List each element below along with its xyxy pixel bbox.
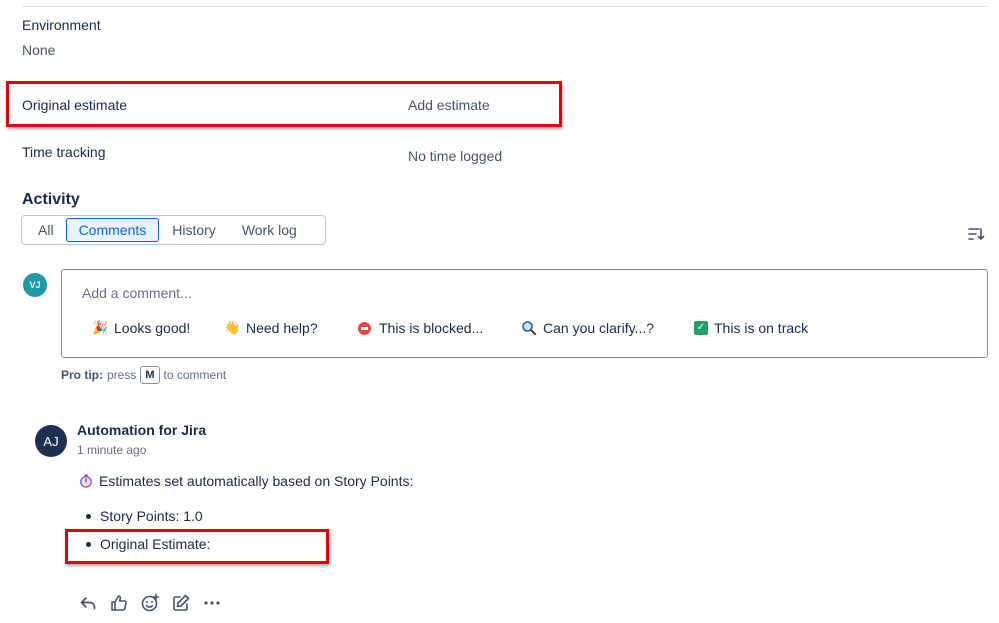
environment-value[interactable]: None: [22, 42, 55, 58]
quick-reply-label: This is on track: [714, 320, 809, 336]
quick-reply-clarify[interactable]: Can you clarify...?: [521, 320, 693, 336]
comment-timestamp[interactable]: 1 minute ago: [77, 443, 146, 457]
activity-tabs: All Comments History Work log: [21, 215, 326, 245]
thumbs-up-icon[interactable]: [109, 593, 129, 613]
time-tracking-label: Time tracking: [22, 144, 106, 160]
top-divider: [22, 6, 988, 7]
party-popper-icon: 🎉: [92, 320, 109, 335]
quick-replies: 🎉 Looks good! 👋 Need help? This is block…: [92, 320, 833, 336]
pro-tip-label: Pro tip:: [61, 368, 103, 382]
comment-author-avatar[interactable]: AJ: [35, 425, 67, 457]
more-options-icon[interactable]: [202, 593, 222, 613]
add-reaction-icon[interactable]: [140, 593, 160, 613]
quick-reply-label: This is blocked...: [379, 320, 484, 336]
quick-reply-on-track[interactable]: ✓ This is on track: [693, 320, 833, 336]
sort-order-icon[interactable]: [966, 224, 986, 244]
stopwatch-icon: [80, 474, 92, 488]
quick-reply-label: Need help?: [246, 320, 318, 336]
tab-comments[interactable]: Comments: [65, 218, 160, 242]
quick-reply-looks-good[interactable]: 🎉 Looks good!: [92, 320, 224, 336]
pro-tip-text-after: to comment: [163, 368, 227, 382]
comment-input[interactable]: Add a comment...: [82, 285, 192, 301]
reply-icon[interactable]: [78, 593, 98, 613]
comment-editor[interactable]: Add a comment... 🎉 Looks good! 👋 Need he…: [61, 269, 988, 358]
comment-body-line: Estimates set automatically based on Sto…: [79, 473, 413, 489]
quick-reply-label: Looks good!: [114, 320, 191, 336]
check-mark-icon: ✓: [694, 321, 708, 335]
time-tracking-value[interactable]: No time logged: [408, 148, 502, 164]
quick-reply-blocked[interactable]: This is blocked...: [356, 320, 521, 336]
current-user-avatar: VJ: [23, 273, 47, 297]
original-estimate-highlight: [6, 81, 562, 127]
no-entry-icon: [358, 321, 371, 335]
quick-reply-need-help[interactable]: 👋 Need help?: [224, 320, 356, 336]
keyboard-shortcut-key: M: [140, 366, 160, 384]
magnifier-icon: [522, 321, 537, 336]
edit-icon[interactable]: [171, 593, 191, 613]
waving-hand-icon: 👋: [224, 320, 241, 335]
environment-label: Environment: [22, 17, 101, 33]
comment-body-text: Estimates set automatically based on Sto…: [99, 473, 414, 489]
comment-actions: [78, 593, 233, 613]
comment-author[interactable]: Automation for Jira: [77, 422, 206, 438]
activity-heading: Activity: [22, 191, 80, 208]
pro-tip-text-before: press: [107, 368, 137, 382]
tab-work-log[interactable]: Work log: [229, 218, 310, 242]
tab-history[interactable]: History: [159, 218, 229, 242]
pro-tip: Pro tip: press M to comment: [61, 366, 226, 384]
quick-reply-label: Can you clarify...?: [543, 320, 655, 336]
original-estimate-comment-highlight: [65, 529, 329, 564]
tab-all[interactable]: All: [25, 218, 66, 242]
